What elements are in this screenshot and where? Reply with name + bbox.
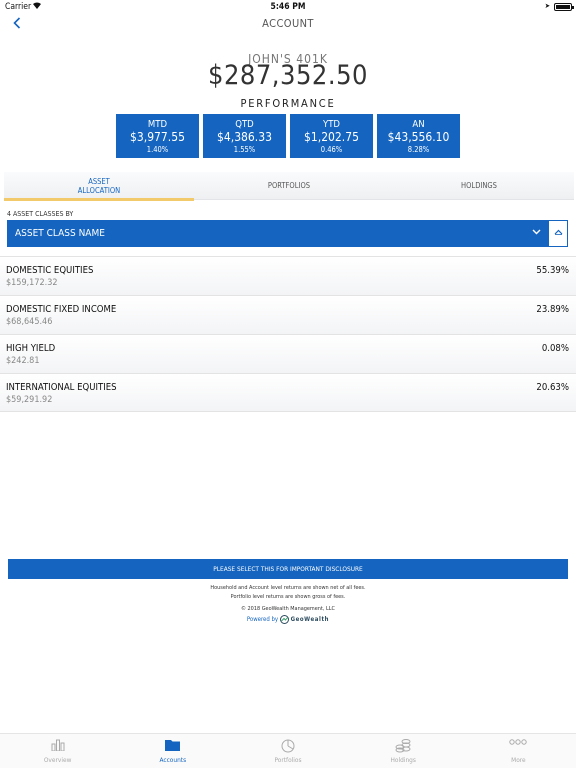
navigation-bar: ACCOUNT [0,14,576,34]
list-item[interactable]: HIGH YIELD $242.81 0.08% [0,334,576,373]
chevron-down-icon [532,220,541,247]
asset-class-list: DOMESTIC EQUITIES $159,172.32 55.39% DOM… [0,256,576,412]
asset-class-percent: 55.39% [536,265,569,276]
asset-class-name: INTERNATIONAL EQUITIES [6,382,117,393]
asset-class-percent: 20.63% [536,382,569,393]
asset-class-amount: $68,645.46 [6,317,53,327]
asset-classes-count: 4 ASSET CLASSES BY [7,210,74,218]
performance-card-amount: $43,556.10 [387,130,450,144]
performance-card-mtd[interactable]: MTD $3,977.55 1.40% [116,114,199,158]
sort-ascending-icon [554,229,562,235]
performance-card-qtd[interactable]: QTD $4,386.33 1.55% [203,114,286,158]
location-arrow-icon: ➤ [544,2,550,10]
tab-label-line: ASSET [88,176,110,186]
performance-title: PERFORMANCE [240,97,336,110]
asset-class-name: HIGH YIELD [6,343,56,354]
fee-note-gross: Portfolio level returns are shown gross … [230,594,346,600]
powered-by: Powered by GeoWealth [0,615,576,624]
bottom-tab-bar: Overview Accounts Portfolios Holdings Mo… [0,733,576,768]
asset-class-amount: $59,291.92 [6,395,53,405]
tab-bar-label: Holdings [390,756,416,764]
coins-icon [395,739,411,753]
asset-class-percent: 0.08% [541,343,569,354]
asset-class-name: DOMESTIC EQUITIES [6,265,94,276]
clock-time: 5:46 PM [270,2,306,12]
performance-card-amount: $4,386.33 [217,130,272,144]
battery-icon [554,3,574,11]
tab-overview[interactable]: Overview [0,734,115,768]
performance-cards: MTD $3,977.55 1.40% QTD $4,386.33 1.55% … [116,114,460,158]
performance-card-percent: 0.46% [320,145,343,154]
performance-card-label: AN [412,119,425,130]
performance-card-label: QTD [235,119,254,130]
performance-card-label: YTD [322,119,341,130]
tab-asset-allocation[interactable]: ASSET ALLOCATION [4,172,194,201]
asset-class-amount: $242.81 [6,356,40,366]
asset-class-name: DOMESTIC FIXED INCOME [6,304,117,315]
tab-label: HOLDINGS [461,181,497,190]
status-bar: Carrier 5:46 PM ➤ [0,0,576,14]
page-title: ACCOUNT [262,17,314,30]
tab-label: PORTFOLIOS [267,181,311,190]
pie-chart-icon [281,739,295,753]
tab-portfolios[interactable]: PORTFOLIOS [194,172,384,199]
tab-portfolios-nav[interactable]: Portfolios [230,734,345,768]
tab-label-line: ALLOCATION [77,185,121,195]
performance-card-percent: 1.55% [233,145,256,154]
bar-chart-icon [51,739,65,751]
performance-card-percent: 1.40% [146,145,169,154]
group-by-select[interactable]: ASSET CLASS NAME [7,220,548,247]
sort-toggle-button[interactable] [548,220,568,247]
performance-card-percent: 8.28% [407,145,430,154]
performance-card-label: MTD [147,119,168,130]
tab-holdings[interactable]: HOLDINGS [384,172,574,199]
group-by-selected-value: ASSET CLASS NAME [15,228,105,239]
tab-holdings-nav[interactable]: Holdings [346,734,461,768]
tab-accounts[interactable]: Accounts [115,734,230,768]
tab-bar-label: Overview [43,756,72,764]
disclosure-button[interactable]: PLEASE SELECT THIS FOR IMPORTANT DISCLOS… [8,559,568,579]
tab-bar-label: More [511,756,526,764]
tab-more[interactable]: More [461,734,576,768]
performance-card-amount: $3,977.55 [130,130,185,144]
segmented-tabs: ASSET ALLOCATION PORTFOLIOS HOLDINGS [4,172,574,201]
geowealth-logo-icon [279,615,289,624]
list-item[interactable]: DOMESTIC EQUITIES $159,172.32 55.39% [0,256,576,295]
fee-note-net: Household and Account level returns are … [210,585,366,591]
folder-icon [165,740,181,751]
performance-card-an[interactable]: AN $43,556.10 8.28% [377,114,460,158]
list-item[interactable]: INTERNATIONAL EQUITIES $59,291.92 20.63% [0,373,576,412]
performance-card-amount: $1,202.75 [304,130,359,144]
asset-class-amount: $159,172.32 [6,278,58,288]
copyright: © 2018 GeoWealth Management, LLC [241,606,335,612]
tab-bar-label: Accounts [159,756,187,764]
account-value: $287,352.50 [208,60,368,91]
asset-class-percent: 23.89% [536,304,569,315]
brand-name: GeoWealth [290,616,330,623]
performance-card-ytd[interactable]: YTD $1,202.75 0.46% [290,114,373,158]
more-dots-icon [509,739,528,745]
tab-bar-label: Portfolios [274,756,302,764]
powered-by-label: Powered by [246,616,279,623]
list-item[interactable]: DOMESTIC FIXED INCOME $68,645.46 23.89% [0,295,576,334]
